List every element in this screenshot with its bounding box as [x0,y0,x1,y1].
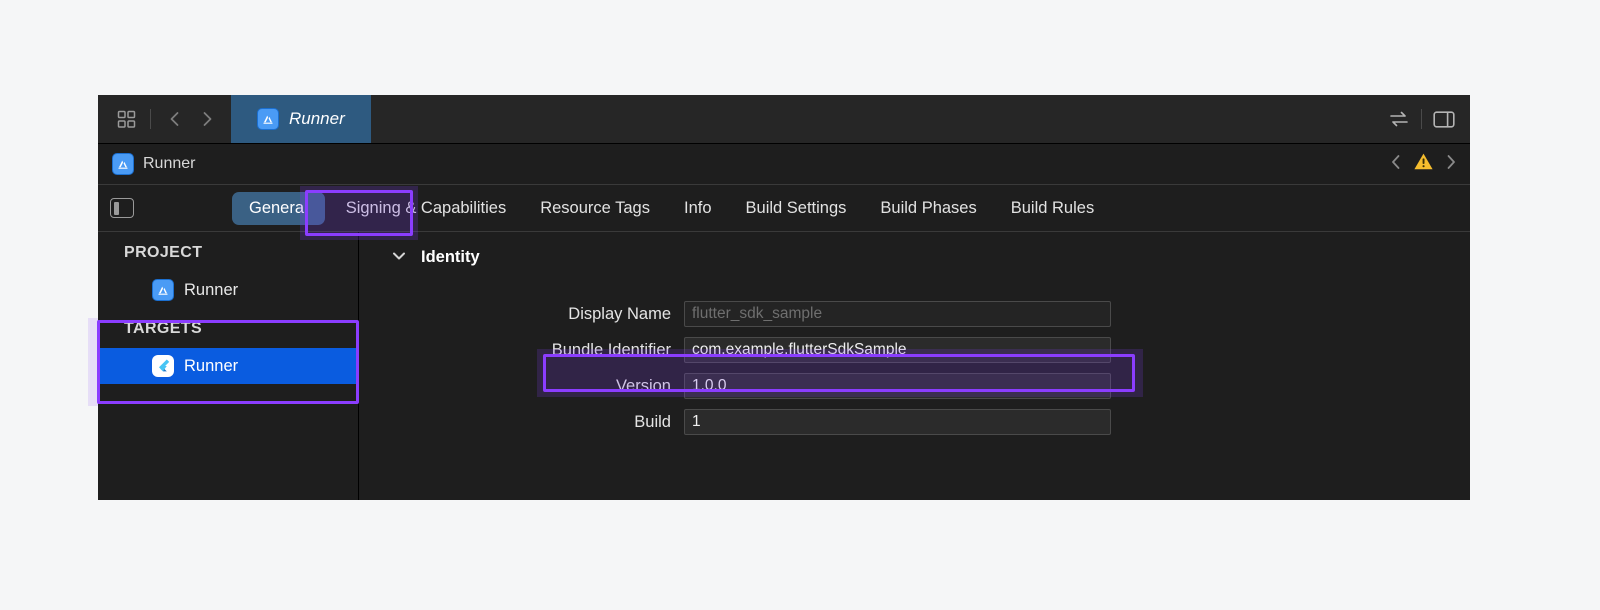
tab-signing-capabilities[interactable]: Signing & Capabilities [329,192,524,225]
field-label-bundle-identifier: Bundle Identifier [551,340,671,359]
flutter-icon [152,355,174,377]
sidebar-group-targets: TARGETS [124,320,203,337]
bundle-identifier-input[interactable] [684,337,1111,363]
sidebar-item-target-runner[interactable]: Runner [98,348,358,384]
settings-tabs: General Signing & Capabilities Resource … [228,191,1111,225]
editor-tab-label: Runner [289,109,345,128]
field-row-display-name: Display Name [359,301,1470,327]
display-name-input[interactable] [684,301,1111,327]
toolbar-divider-right [1421,109,1422,129]
panels-grid-icon[interactable] [112,105,140,133]
settings-tab-bar: General Signing & Capabilities Resource … [98,185,1470,232]
field-label-build: Build [634,412,671,431]
toolbar-divider [150,109,151,129]
window-toolbar: Runner [98,95,1470,144]
breadcrumb-bar: Runner [98,144,1470,185]
chevron-right-icon[interactable] [193,105,221,133]
field-label-version: Version [615,376,671,395]
toolbar-right-group [1385,95,1470,143]
general-settings-pane: Identity Display Name Bundle Identifier … [359,232,1470,500]
app-store-icon [112,153,134,175]
project-targets-sidebar: PROJECT Runner TARGETS Runner [98,232,359,500]
xcode-window: Runner Runner General Signing & Capabili… [98,95,1470,500]
sidebar-group-project: PROJECT [124,244,203,261]
field-row-version: Version [359,373,1470,399]
sidebar-toggle-button[interactable] [98,198,228,218]
editor-tab-runner[interactable]: Runner [231,95,371,143]
warning-triangle-icon[interactable] [1413,152,1434,176]
breadcrumb-item-runner[interactable]: Runner [112,153,195,175]
breadcrumb-label: Runner [143,155,196,172]
tab-info[interactable]: Info [667,192,729,225]
toolbar-left-group [98,95,231,143]
app-store-icon [152,279,174,301]
field-row-build: Build [359,409,1470,435]
tab-resource-tags[interactable]: Resource Tags [523,192,667,225]
build-input[interactable] [684,409,1111,435]
sidebar-item-label: Runner [184,280,239,299]
right-panel-icon[interactable] [1430,105,1458,133]
version-input[interactable] [684,373,1111,399]
screenshot-stage: Runner Runner General Signing & Capabili… [0,0,1600,610]
chevron-right-icon[interactable] [1444,153,1458,176]
field-label-display-name: Display Name [568,304,671,323]
app-store-icon [257,108,279,130]
tab-build-phases[interactable]: Build Phases [863,192,993,225]
chevron-left-icon[interactable] [1389,153,1403,176]
section-title: Identity [421,248,480,266]
chevron-down-icon[interactable] [391,248,407,267]
chevron-left-icon[interactable] [161,105,189,133]
section-identity[interactable]: Identity [359,248,1470,267]
sidebar-item-label: Runner [184,356,239,375]
tab-build-settings[interactable]: Build Settings [729,192,864,225]
breadcrumb-right-group [1389,152,1458,176]
tab-build-rules[interactable]: Build Rules [994,192,1111,225]
sidebar-item-project-runner[interactable]: Runner [98,272,358,308]
field-row-bundle-identifier: Bundle Identifier [359,337,1470,363]
sidebar-toggle-icon [110,198,134,218]
tab-general[interactable]: General [232,191,325,225]
editor-body: PROJECT Runner TARGETS Runner Identity D… [98,232,1470,500]
swap-arrows-icon[interactable] [1385,105,1413,133]
